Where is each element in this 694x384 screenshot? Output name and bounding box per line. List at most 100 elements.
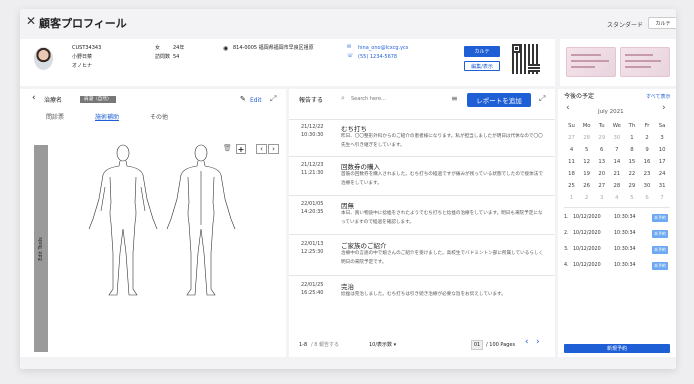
weekday: Fr	[644, 123, 650, 129]
body-diagram[interactable]	[75, 141, 245, 301]
prev-icon[interactable]: ‹	[256, 144, 267, 154]
calendar-day[interactable]: 4	[564, 147, 579, 155]
edit-link[interactable]: Edit	[250, 97, 262, 104]
pencil-icon[interactable]: ✎	[240, 96, 246, 103]
tab-other[interactable]: その他	[150, 114, 168, 121]
filter-icon[interactable]: ≡	[451, 95, 458, 103]
calendar-day[interactable]: 14	[609, 159, 624, 167]
email[interactable]: hina_ono@lcxcg.ycs	[358, 45, 408, 52]
appointment-item[interactable]: 1. 10/12/2020 10:30:34 本予約	[564, 214, 670, 222]
karte-tab[interactable]: カルテ	[648, 17, 676, 29]
calendar-day[interactable]: 1	[564, 195, 579, 203]
calendar-day[interactable]: 22	[624, 171, 639, 179]
appointment-item[interactable]: 3. 10/12/2020 10:30:34 本予約	[564, 246, 670, 254]
calendar-day[interactable]: 29	[594, 135, 609, 143]
calendar-day[interactable]: 30	[639, 183, 654, 191]
calendar-day[interactable]: 13	[594, 159, 609, 167]
calendar-day[interactable]: 8	[624, 147, 639, 155]
page-title: 顧客プロフィール	[39, 17, 127, 30]
next-month-icon[interactable]: ›	[662, 104, 666, 113]
insurance-card-back[interactable]	[620, 47, 670, 77]
weekday: Tu	[598, 123, 605, 129]
calendar-day[interactable]: 16	[639, 159, 654, 167]
mode-label[interactable]: スタンダード	[607, 20, 643, 29]
visits-label: 訪問数	[155, 54, 171, 60]
calendar-day[interactable]: 11	[564, 159, 579, 167]
calendar-day[interactable]: 9	[639, 147, 654, 155]
edit-tools-rail[interactable]: Edit Tools	[34, 145, 48, 352]
expand-icon[interactable]: ⤢	[270, 95, 276, 103]
back-icon[interactable]: ‹	[32, 94, 36, 103]
calendar-day[interactable]: 28	[579, 135, 594, 143]
view-all-link[interactable]: すべて表示	[646, 94, 670, 101]
report-entry[interactable]: 21/12/23 11:21:30 回数券の購入 首筋の回数券を購入されました。…	[289, 157, 555, 196]
search-icon: ⌕	[341, 94, 345, 102]
calendar-day[interactable]: 5	[624, 195, 639, 203]
calendar-day[interactable]: 2	[639, 135, 654, 143]
phone[interactable]: (55) 1234-5678	[358, 54, 397, 61]
calendar-day[interactable]: 21	[609, 171, 624, 179]
page-input[interactable]: 01	[471, 340, 483, 350]
report-entry[interactable]: 21/12/22 10:30:30 むち打ち 昨日、〇〇整形外科からのご紹介の患…	[289, 119, 555, 157]
calendar-day[interactable]: 10	[655, 147, 670, 155]
calendar-day[interactable]: 6	[639, 195, 654, 203]
close-icon[interactable]: ✕	[26, 15, 36, 27]
confirm-button[interactable]: 本予約	[652, 262, 668, 270]
schedule-title: 今後の予定	[564, 93, 595, 100]
calendar-day[interactable]: 25	[564, 183, 579, 191]
report-entry[interactable]: 22/01/05 14:20:35 因無 本日、買い物途中に捻挫をされたようでむ…	[289, 196, 555, 235]
calendar-day[interactable]: 7	[609, 147, 624, 155]
body-front[interactable]	[88, 144, 158, 296]
footer-total: / 8 報告する	[311, 342, 340, 348]
tab-treatment-assist[interactable]: 施術補助	[95, 114, 119, 121]
calendar-day[interactable]: 27	[594, 183, 609, 191]
report-entry[interactable]: 22/01/25 16:25:40 完治 捻挫は完治しました。むち打ちは引き続き…	[289, 276, 555, 310]
calendar-day[interactable]: 23	[639, 171, 654, 179]
calendar-day[interactable]: 2	[579, 195, 594, 203]
karte-button[interactable]: カルテ	[464, 46, 500, 57]
treatment-chip[interactable]: 肩凝（自然）	[80, 96, 116, 103]
appointment-item[interactable]: 2. 10/12/2020 10:30:34 本予約	[564, 230, 670, 238]
appt-date: 10/12/2020	[573, 263, 601, 268]
tab-questionnaire[interactable]: 問診票	[46, 114, 64, 121]
add-report-button[interactable]: レポートを追加	[467, 93, 531, 107]
calendar-day[interactable]: 19	[579, 171, 594, 179]
insurance-card-front[interactable]	[566, 47, 616, 77]
calendar-day[interactable]: 4	[609, 195, 624, 203]
calendar-day[interactable]: 17	[655, 159, 670, 167]
calendar-day[interactable]: 15	[624, 159, 639, 167]
body-back[interactable]	[166, 144, 236, 296]
calendar-day[interactable]: 24	[655, 171, 670, 179]
next-icon[interactable]: ›	[268, 144, 279, 154]
calendar-day[interactable]: 6	[594, 147, 609, 155]
report-entry[interactable]: 22/01/13 12:25:30 ご家族のご紹介 治療中の言語の中で娘さんのご…	[289, 235, 555, 276]
confirm-button[interactable]: 本予約	[652, 214, 668, 222]
calendar-day[interactable]: 27	[564, 135, 579, 143]
confirm-button[interactable]: 本予約	[652, 246, 668, 254]
prev-month-icon[interactable]: ‹	[566, 104, 570, 113]
calendar-day[interactable]: 5	[579, 147, 594, 155]
confirm-button[interactable]: 本予約	[652, 230, 668, 238]
expand-icon[interactable]: ⤢	[539, 95, 545, 103]
calendar-day[interactable]: 18	[564, 171, 579, 179]
calendar-week: 4 5 6 7 8 9 10	[564, 147, 670, 155]
prev-page-icon[interactable]: ‹	[525, 338, 529, 347]
calendar-day[interactable]: 26	[579, 183, 594, 191]
calendar-day[interactable]: 3	[594, 195, 609, 203]
search-input[interactable]	[351, 94, 446, 104]
calendar-day[interactable]: 7	[655, 195, 670, 203]
calendar-day[interactable]: 12	[579, 159, 594, 167]
calendar-day[interactable]: 1	[624, 135, 639, 143]
new-appointment-button[interactable]: 新規予約	[564, 344, 670, 353]
next-page-icon[interactable]: ›	[536, 338, 540, 347]
calendar-day[interactable]: 29	[624, 183, 639, 191]
calendar-day[interactable]: 3	[655, 135, 670, 143]
edit-view-button[interactable]: 編集/表示	[464, 61, 500, 71]
appt-date: 10/12/2020	[573, 231, 601, 236]
calendar-day[interactable]: 30	[609, 135, 624, 143]
per-page-select[interactable]: 10/表示数 ▾	[369, 342, 396, 349]
calendar-day[interactable]: 28	[609, 183, 624, 191]
calendar-day[interactable]: 20	[594, 171, 609, 179]
appointment-item[interactable]: 4. 10/12/2020 10:30:34 本予約	[564, 262, 670, 270]
calendar-day[interactable]: 31	[655, 183, 670, 191]
